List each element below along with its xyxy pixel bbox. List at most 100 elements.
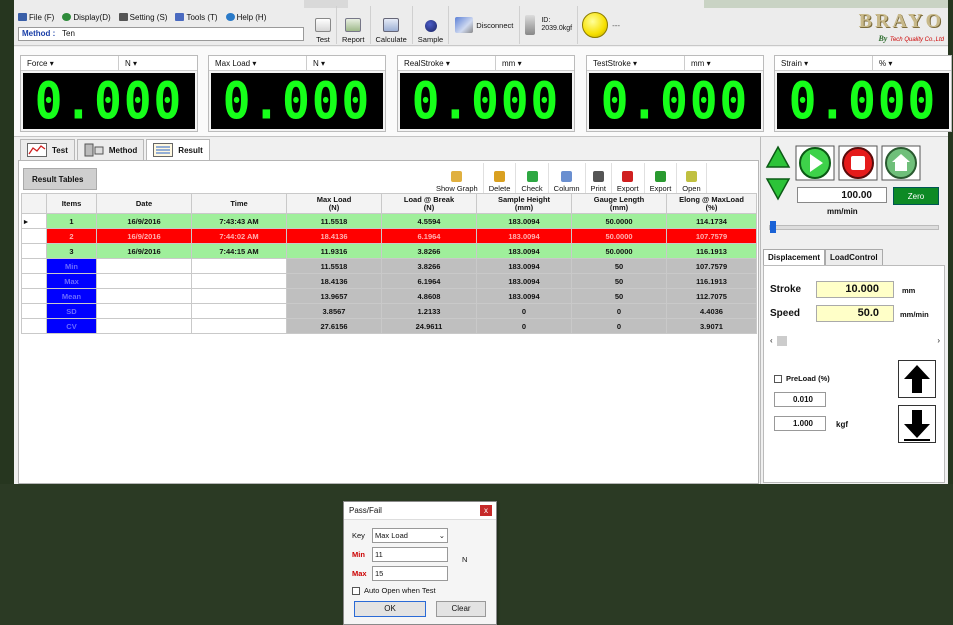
key-select[interactable]: Max Load ⌄ <box>372 528 448 543</box>
stat-row[interactable]: Mean 13.9657 4.8608 183.0094 50 112.7075 <box>21 288 757 304</box>
menu-item-label: File (F) <box>29 12 55 22</box>
sample-button[interactable]: Sample <box>413 6 450 44</box>
app-window: File (F) Display(D) Setting (S) Tools (T) He… <box>14 0 952 625</box>
column-header[interactable]: Elong @ MaxLoad (%) <box>666 193 757 214</box>
readout-quantity-select[interactable]: TestStroke ▾ <box>587 56 685 70</box>
show-graph-button[interactable]: Show Graph <box>431 163 484 193</box>
test-button[interactable]: Test <box>310 6 337 44</box>
report-button-label: Report <box>342 35 365 44</box>
menu-item[interactable]: Help (H) <box>225 10 266 24</box>
readout-unit-select[interactable]: N ▾ <box>119 56 197 70</box>
main-tabs: Test Method Result <box>20 139 210 161</box>
column-header[interactable]: Time <box>191 193 287 214</box>
jog-up-icon[interactable] <box>765 145 791 171</box>
table-row[interactable]: ▸ 1 16/9/2016 7:43:43 AM 11.5518 4.5594 183.00… <box>21 213 757 229</box>
export-excel-button[interactable]: Export <box>645 163 678 193</box>
tab-test[interactable]: Test <box>20 139 75 161</box>
readout-quantity-select[interactable]: RealStroke ▾ <box>398 56 496 70</box>
export-pdf-button[interactable]: Export <box>612 163 645 193</box>
menu-item[interactable]: File (F) <box>18 10 54 24</box>
speed-input[interactable]: 100.00 <box>797 187 887 203</box>
ok-button[interactable]: OK <box>354 601 426 617</box>
readout-quantity-select[interactable]: Strain ▾ <box>775 56 873 70</box>
stat-row[interactable]: Min 11.5518 3.8266 183.0094 50 107.7579 <box>21 258 757 274</box>
slider-thumb[interactable] <box>770 221 776 233</box>
report-button[interactable]: Report <box>337 6 371 44</box>
empty-cell <box>191 258 287 274</box>
scroll-left-icon[interactable]: ‹ <box>770 336 773 345</box>
load-cell-icon <box>525 15 536 35</box>
stat-row[interactable]: SD 3.8567 1.2133 0 0 4.4036 <box>21 303 757 319</box>
method-field[interactable]: Method : Ten <box>18 27 304 41</box>
readout-quantity: Strain <box>781 58 802 68</box>
delete-button[interactable]: Delete <box>484 163 517 193</box>
stat-label: Min <box>46 258 97 274</box>
stroke-label: Stroke <box>770 284 802 295</box>
table-body: ▸ 1 16/9/2016 7:43:43 AM 11.5518 4.5594 183.00… <box>21 213 757 334</box>
column-header[interactable]: Max Load (N) <box>286 193 382 214</box>
dialog-unit: N <box>462 555 468 564</box>
column-header[interactable]: Load @ Break (N) <box>381 193 477 214</box>
max-input[interactable]: 15 <box>372 566 448 581</box>
table-row[interactable]: 2 16/9/2016 7:44:02 AM 18.4136 6.1964 183.009… <box>21 228 757 244</box>
print-button[interactable]: Print <box>586 163 612 193</box>
column-header[interactable]: Date <box>96 193 192 214</box>
tab-displacement[interactable]: Displacement <box>763 249 826 266</box>
speed-slider[interactable] <box>769 221 939 233</box>
scroll-right-icon[interactable]: › <box>937 336 940 345</box>
start-icon[interactable] <box>795 145 835 181</box>
arrow-down-icon[interactable] <box>898 405 936 443</box>
column-header[interactable]: Items <box>46 193 97 214</box>
brand-logo: BRAYO By Tech Quality Co.,Ltd <box>814 10 944 43</box>
stat-row[interactable]: CV 27.6156 24.9611 0 0 3.9071 <box>21 318 757 334</box>
panel-scrollbar[interactable]: ‹ › <box>770 336 940 346</box>
tab-loadcontrol[interactable]: LoadControl <box>825 249 883 266</box>
column-header[interactable]: Gauge Length (mm) <box>571 193 667 214</box>
stroke-input[interactable]: 10.000 <box>816 281 894 298</box>
table-cell: 116.1913 <box>666 243 757 259</box>
readout-quantity-select[interactable]: Force ▾ <box>21 56 119 70</box>
zero-button[interactable]: Zero <box>893 187 939 205</box>
min-input[interactable]: 11 <box>372 547 448 562</box>
readout-quantity: RealStroke <box>404 58 444 68</box>
tab-result[interactable]: Result <box>146 139 210 161</box>
disconnect-button[interactable]: Disconnect <box>449 6 521 44</box>
result-tables-tab[interactable]: Result Tables <box>23 168 97 190</box>
readout-unit-select[interactable]: mm ▾ <box>496 56 574 70</box>
menu-item[interactable]: Tools (T) <box>175 10 218 24</box>
menu-item[interactable]: Setting (S) <box>118 10 167 24</box>
top-toolbar: File (F) Display(D) Setting (S) Tools (T) He… <box>14 0 948 46</box>
scroll-thumb[interactable] <box>776 336 787 346</box>
auto-open-checkbox[interactable] <box>352 586 360 595</box>
delete-icon <box>494 171 506 182</box>
column-button[interactable]: Column <box>549 163 586 193</box>
calculate-button[interactable]: Calculate <box>371 6 413 44</box>
readout-unit-select[interactable]: % ▾ <box>873 56 951 70</box>
readout-unit-select[interactable]: mm ▾ <box>685 56 763 70</box>
max-row: Max 15 <box>352 566 448 581</box>
close-icon[interactable]: x <box>480 505 492 516</box>
menu-bar: File (F) Display(D) Setting (S) Tools (T) He… <box>18 10 266 24</box>
dropdown-icon: ▾ <box>133 58 138 68</box>
readout-quantity-select[interactable]: Max Load ▾ <box>209 56 307 70</box>
stop-icon[interactable] <box>838 145 878 181</box>
stat-row[interactable]: Max 18.4136 6.1964 183.0094 50 116.1913 <box>21 273 757 289</box>
home-icon[interactable] <box>881 145 921 181</box>
column-header[interactable]: Sample Height (mm) <box>476 193 572 214</box>
table-row[interactable]: 3 16/9/2016 7:44:15 AM 11.9316 3.8266 183.009… <box>21 243 757 259</box>
preload-checkbox[interactable] <box>774 375 782 383</box>
jog-down-icon[interactable] <box>765 175 791 201</box>
load-unit: kgf <box>836 420 848 429</box>
dropdown-icon: ▾ <box>252 58 257 68</box>
preload-input[interactable]: 0.010 <box>774 392 826 407</box>
menu-item[interactable]: Display(D) <box>62 10 111 24</box>
open-button[interactable]: Open <box>677 163 707 193</box>
clear-button[interactable]: Clear <box>436 601 486 617</box>
speed-setpoint-input[interactable]: 50.0 <box>816 305 894 322</box>
auto-open-row[interactable]: Auto Open when Test <box>352 586 436 595</box>
load-input[interactable]: 1.000 <box>774 416 826 431</box>
arrow-up-icon[interactable] <box>898 360 936 398</box>
check-button[interactable]: Check <box>516 163 549 193</box>
readout-unit-select[interactable]: N ▾ <box>307 56 385 70</box>
tab-method[interactable]: Method <box>76 139 145 161</box>
